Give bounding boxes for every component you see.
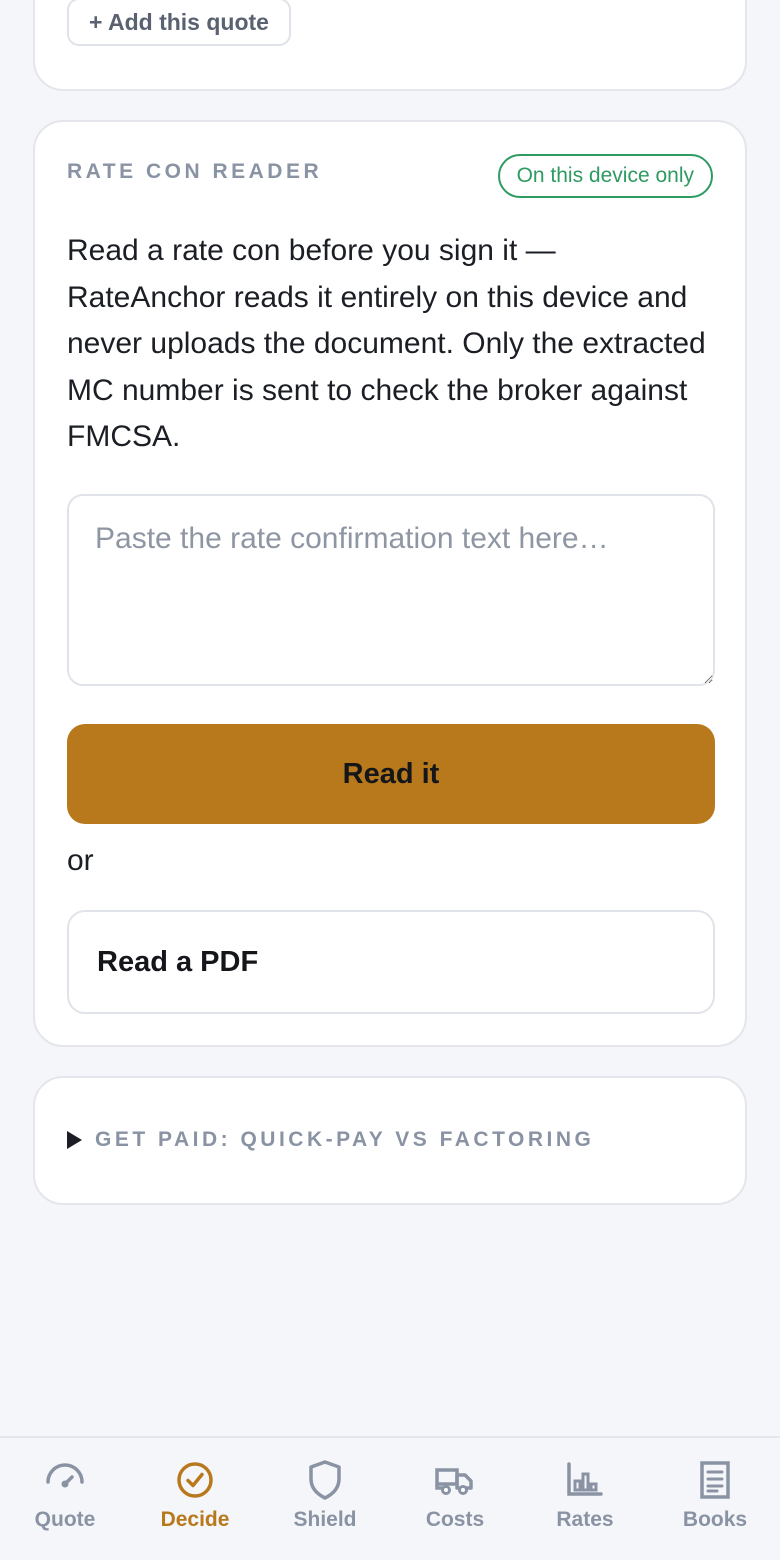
nav-label-books: Books [682, 1508, 748, 1531]
rate-con-reader-card: RATE CON READER On this device only Read… [33, 120, 747, 1047]
nav-label-quote: Quote [34, 1508, 96, 1531]
shield-icon [309, 1460, 341, 1500]
document-icon [700, 1461, 730, 1499]
read-it-button[interactable]: Read it [67, 724, 715, 824]
add-quote-button[interactable]: + Add this quote [67, 0, 291, 46]
nav-item-shield[interactable]: Shield [260, 1438, 390, 1560]
read-pdf-button[interactable]: Read a PDF [67, 910, 715, 1014]
nav-item-rates[interactable]: Rates [520, 1438, 650, 1560]
reader-description: Read a rate con before you sign it — Rat… [67, 234, 706, 453]
nav-item-decide[interactable]: Decide [130, 1438, 260, 1560]
caret-right-icon [67, 1131, 82, 1149]
check-circle-icon [177, 1462, 213, 1498]
get-paid-toggle[interactable]: GET PAID: QUICK-PAY VS FACTORING [67, 1128, 594, 1152]
nav-item-quote[interactable]: Quote [0, 1438, 130, 1560]
bar-chart-icon [567, 1462, 603, 1496]
app-screen: + Add this quote RATE CON READER On this… [0, 0, 780, 1560]
gauge-icon [46, 1463, 84, 1488]
nav-label-shield: Shield [293, 1508, 357, 1531]
on-device-badge: On this device only [497, 154, 713, 198]
section-title: RATE CON READER [67, 160, 323, 183]
nav-item-costs[interactable]: Costs [390, 1438, 520, 1560]
nav-label-rates: Rates [556, 1508, 614, 1531]
get-paid-label: GET PAID: QUICK-PAY VS FACTORING [95, 1128, 595, 1151]
truck-icon [435, 1468, 473, 1495]
get-paid-card: GET PAID: QUICK-PAY VS FACTORING [33, 1076, 747, 1205]
rate-con-textarea[interactable] [67, 494, 715, 686]
nav-label-decide: Decide [160, 1508, 230, 1531]
or-separator: or [67, 844, 94, 877]
bottom-nav: Quote Decide Shield Costs Rates Books [0, 1436, 780, 1560]
quote-card: + Add this quote [33, 0, 747, 91]
nav-item-books[interactable]: Books [650, 1438, 780, 1560]
nav-label-costs: Costs [425, 1508, 485, 1531]
